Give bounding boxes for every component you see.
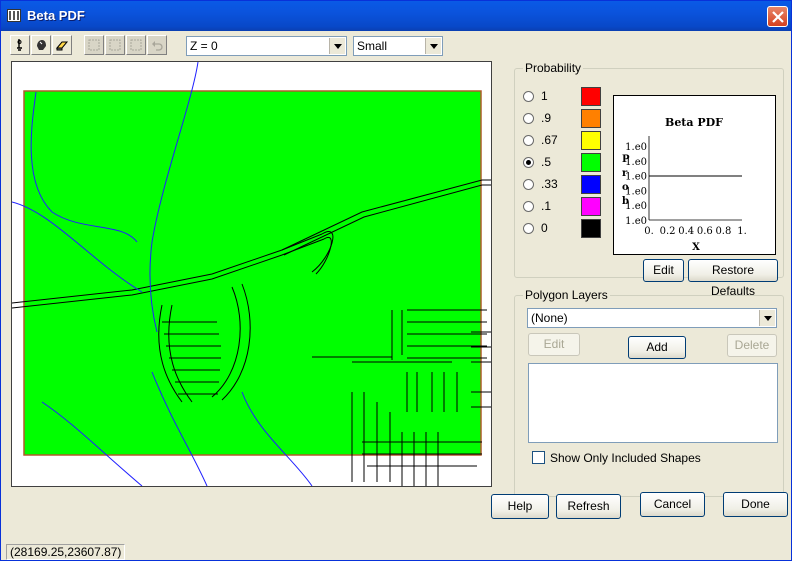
grid-app-icon: [7, 9, 21, 22]
coordinate-readout: (28169.25,23607.87): [6, 544, 126, 560]
polygon-layer-select[interactable]: (None): [527, 308, 777, 328]
chevron-down-icon[interactable]: [759, 310, 775, 326]
polygon-edit-button[interactable]: Edit: [528, 333, 580, 356]
probability-group: Probability 1 .9 .67 .5 .33 .1 0 Beta PD…: [514, 61, 784, 298]
window-title: Beta PDF: [27, 8, 85, 23]
refresh-button[interactable]: Refresh: [556, 494, 621, 519]
pan-tool-button[interactable]: [31, 35, 51, 55]
undo-button[interactable]: [147, 35, 167, 55]
title-bar[interactable]: Beta PDF: [1, 1, 791, 31]
prob-option-label: .67: [541, 133, 558, 147]
prob-option-label: 0: [541, 221, 548, 235]
close-button[interactable]: [767, 6, 788, 27]
radio-button[interactable]: [523, 135, 534, 146]
prob-option-0-1[interactable]: .1: [523, 199, 583, 215]
zoom-in-icon: [109, 39, 121, 51]
y-tick-label: 1.e0: [625, 172, 647, 183]
x-tick-label: 0.6: [697, 226, 713, 237]
probe-icon: [17, 39, 22, 51]
y-tick-label: 1.e0: [625, 186, 647, 197]
done-button[interactable]: Done: [723, 492, 788, 517]
map-canvas[interactable]: [11, 61, 492, 487]
polygon-layers-label: Polygon Layers: [523, 288, 610, 302]
prob-option-0-33[interactable]: .33: [523, 177, 583, 193]
color-swatch-0-33[interactable]: [581, 175, 601, 194]
probability-region: [23, 90, 482, 456]
y-tick-label: 1.e0: [625, 157, 647, 168]
hand-icon: [37, 40, 46, 50]
prob-option-0-67[interactable]: .67: [523, 133, 583, 149]
show-only-checkbox[interactable]: [532, 451, 545, 464]
chart-title: Beta PDF: [665, 116, 723, 129]
y-tick-label: 1.e0: [625, 142, 647, 153]
help-button[interactable]: Help: [491, 494, 549, 519]
x-axis-label: X: [692, 242, 700, 253]
zoom-box-icon: [88, 39, 100, 51]
undo-icon: [152, 41, 163, 51]
cancel-button[interactable]: Cancel: [640, 492, 705, 517]
eraser-icon: [55, 41, 69, 51]
beta-pdf-window: Beta PDF Z = 0 Small Probability 1 .9 .6…: [0, 0, 792, 561]
prob-option-0-9[interactable]: .9: [523, 111, 583, 127]
prob-option-label: .5: [541, 155, 552, 169]
color-swatch-0[interactable]: [581, 219, 601, 238]
x-tick-label: 1.: [737, 226, 747, 237]
eraser-tool-button[interactable]: [52, 35, 72, 55]
prob-option-0[interactable]: 0: [523, 221, 583, 237]
dialog-body: Z = 0 Small Probability 1 .9 .67 .5 .33 …: [4, 31, 790, 560]
beta-pdf-plot: Beta PDF Prob 1.e0 1.e0 1.e0 1.e0 1.e0 1.e0 0…: [613, 95, 776, 255]
polygon-layer-value: (None): [531, 311, 568, 325]
y-tick-label: 1.e0: [625, 201, 647, 212]
radio-button[interactable]: [523, 223, 534, 234]
color-swatch-0-9[interactable]: [581, 109, 601, 128]
polygon-add-button[interactable]: Add: [628, 336, 686, 359]
color-swatch-0-67[interactable]: [581, 131, 601, 150]
zoom-in-button[interactable]: [105, 35, 125, 55]
x-tick-label: 0.: [644, 226, 654, 237]
restore-defaults-button[interactable]: Restore Defaults: [688, 259, 778, 298]
prob-option-0-5[interactable]: .5: [523, 155, 583, 171]
radio-button-selected[interactable]: [523, 157, 534, 168]
zoom-out-button[interactable]: [126, 35, 146, 55]
prob-option-label: .9: [541, 111, 552, 125]
color-swatch-1[interactable]: [581, 87, 601, 106]
z-level-value: Z = 0: [190, 39, 218, 53]
symbol-size-select[interactable]: Small: [353, 36, 443, 56]
prob-option-label: 1: [541, 89, 548, 103]
map-drawing: [12, 62, 491, 486]
symbol-size-value: Small: [357, 39, 388, 53]
x-tick-label: 0.4: [678, 226, 694, 237]
zoom-out-icon: [130, 39, 142, 51]
probability-group-label: Probability: [523, 61, 584, 75]
prob-option-1[interactable]: 1: [523, 89, 583, 105]
polygon-delete-button[interactable]: Delete: [727, 334, 777, 357]
close-icon: [772, 11, 784, 23]
zoom-box-button[interactable]: [84, 35, 104, 55]
beta-pdf-chart: Beta PDF Prob 1.e01.e01.e01.e01.e01.e0 0…: [622, 116, 747, 253]
chevron-down-icon[interactable]: [425, 38, 441, 54]
x-tick-label: 0.8: [715, 226, 731, 237]
radio-button[interactable]: [523, 179, 534, 190]
polygon-layer-list[interactable]: [528, 363, 778, 443]
color-swatch-0-1[interactable]: [581, 197, 601, 216]
prob-option-label: .33: [541, 177, 558, 191]
x-tick-label: 0.2: [660, 226, 676, 237]
polygon-layers-group: Polygon Layers (None) Edit Add Delete Sh…: [514, 288, 784, 497]
color-swatch-0-5[interactable]: [581, 153, 601, 172]
radio-button[interactable]: [523, 201, 534, 212]
probe-tool-button[interactable]: [10, 35, 30, 55]
radio-button[interactable]: [523, 113, 534, 124]
show-only-label: Show Only Included Shapes: [550, 451, 701, 465]
radio-button[interactable]: [523, 91, 534, 102]
chevron-down-icon[interactable]: [329, 38, 345, 54]
z-level-select[interactable]: Z = 0: [186, 36, 347, 56]
prob-option-label: .1: [541, 199, 552, 213]
probability-edit-button[interactable]: Edit: [643, 259, 684, 282]
